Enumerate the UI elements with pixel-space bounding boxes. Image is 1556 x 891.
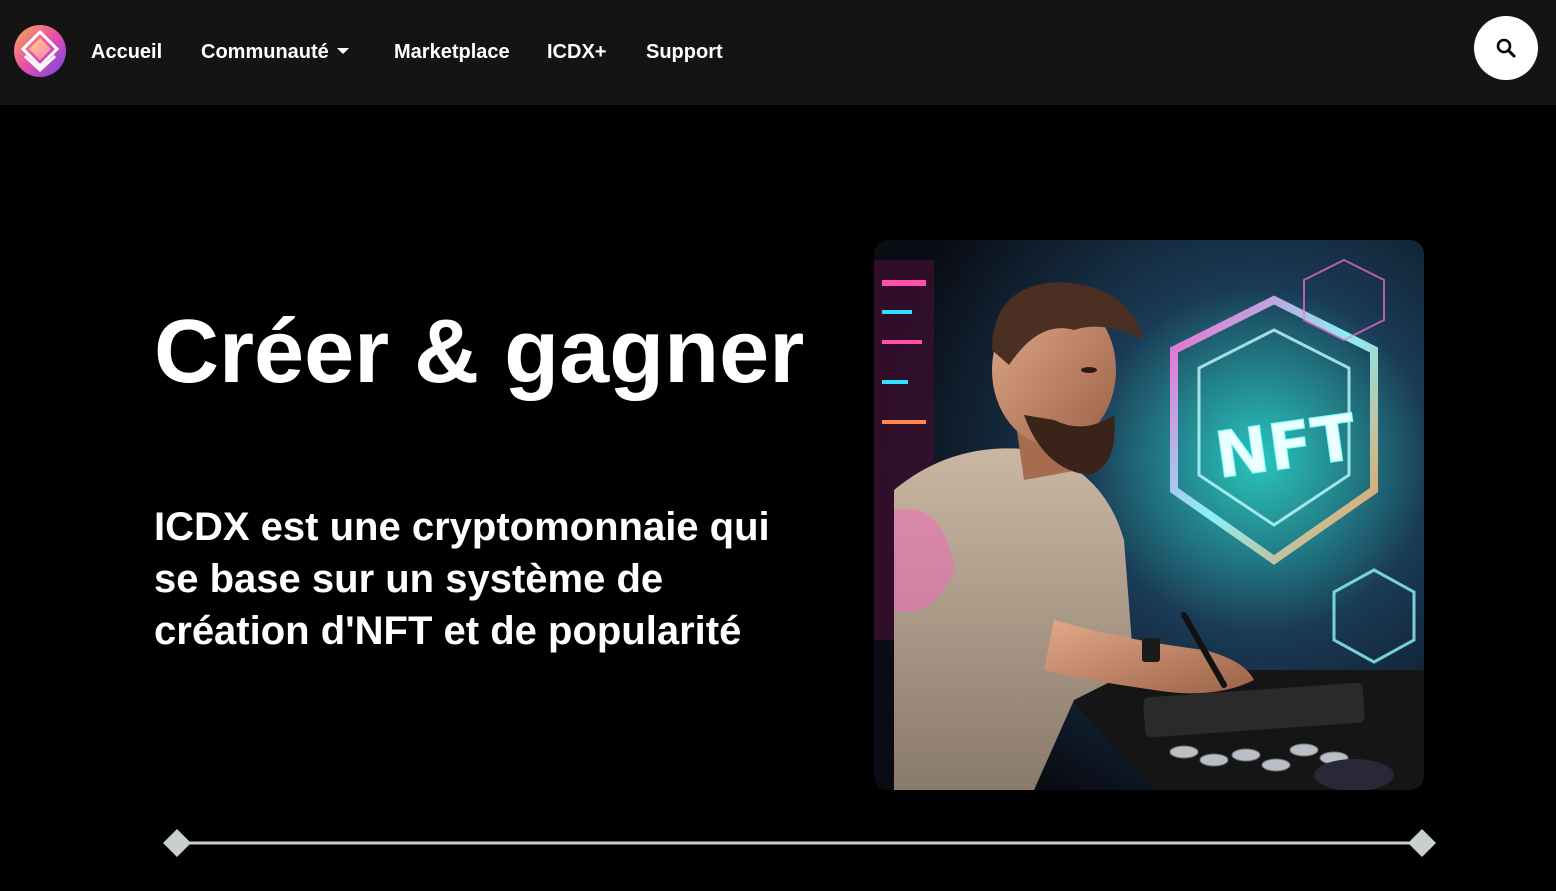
hero-subtitle: ICDX est une cryptomonnaie qui se base s… [154,505,770,653]
nav-accueil[interactable]: Accueil [91,40,162,64]
chevron-down-icon [336,47,349,54]
nav-marketplace[interactable]: Marketplace [394,40,510,64]
nft-artist-illustration: NFT [874,240,1424,790]
search-icon [1496,38,1516,58]
nav-communaute-label: Communauté [201,41,329,63]
section-divider [163,829,1436,857]
top-navbar: Accueil Communauté Marketplace ICDX+ Sup… [0,0,1556,105]
nav-icdx-plus[interactable]: ICDX+ [547,40,606,64]
icdx-logo-icon[interactable] [13,24,67,78]
search-button[interactable] [1474,16,1538,80]
nav-communaute[interactable]: Communauté [201,40,349,64]
hero-title: Créer & gagner [154,302,805,402]
hero-illustration: NFT [874,240,1424,790]
nav-support[interactable]: Support [646,40,723,64]
